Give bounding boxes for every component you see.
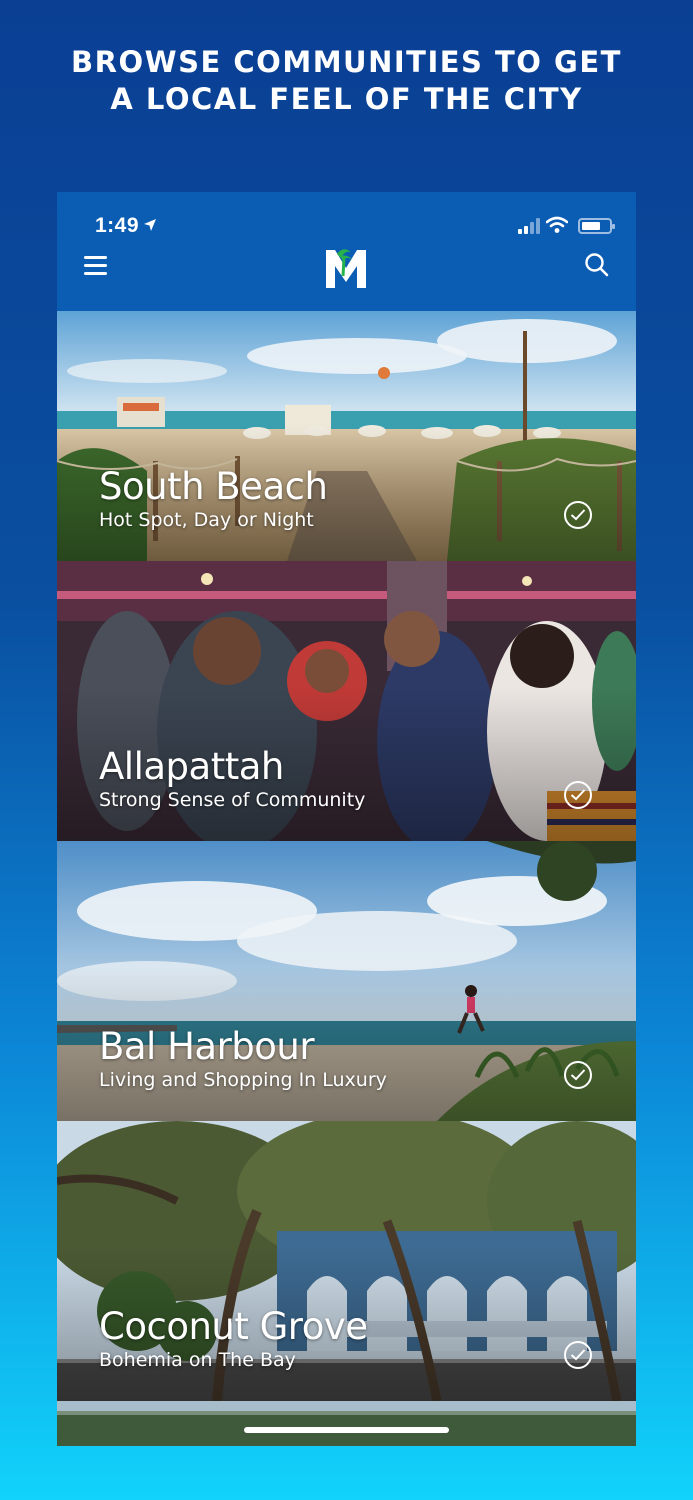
location-arrow-icon [143, 218, 157, 237]
promo-line-1: BROWSE COMMUNITIES TO GET [71, 45, 622, 79]
cellular-signal-icon [518, 218, 540, 234]
community-title: Allapattah [99, 745, 284, 788]
hamburger-menu-icon[interactable] [84, 256, 108, 276]
community-card-south-beach[interactable]: South Beach Hot Spot, Day or Night [57, 311, 636, 561]
community-tagline: Strong Sense of Community [99, 789, 366, 811]
home-indicator[interactable] [244, 1427, 449, 1433]
community-title: Bal Harbour [99, 1025, 315, 1068]
next-community-photo [57, 1401, 636, 1446]
community-title: Coconut Grove [99, 1305, 368, 1348]
community-card-allapattah[interactable]: Allapattah Strong Sense of Community [57, 561, 636, 841]
community-card-coconut-grove[interactable]: Coconut Grove Bohemia on The Bay [57, 1121, 636, 1401]
checkmark-circle-icon[interactable] [564, 781, 592, 809]
community-card-partial[interactable] [57, 1401, 636, 1446]
community-tagline: Living and Shopping In Luxury [99, 1069, 387, 1091]
wifi-icon [545, 216, 569, 234]
battery-icon [578, 218, 615, 234]
promo-headline: BROWSE COMMUNITIES TO GET A LOCAL FEEL O… [0, 44, 693, 118]
checkmark-circle-icon[interactable] [564, 1341, 592, 1369]
checkmark-circle-icon[interactable] [564, 501, 592, 529]
status-time-text: 1:49 [95, 214, 140, 237]
status-time: 1:49 [95, 214, 157, 238]
nav-bar [57, 242, 636, 310]
community-title: South Beach [99, 465, 328, 508]
phone-screen: 1:49 South Beach Hot Spot, Day or Night … [57, 192, 636, 1446]
app-logo[interactable] [323, 244, 369, 292]
community-tagline: Hot Spot, Day or Night [99, 509, 314, 531]
checkmark-circle-icon[interactable] [564, 1061, 592, 1089]
community-card-bal-harbour[interactable]: Bal Harbour Living and Shopping In Luxur… [57, 841, 636, 1121]
community-tagline: Bohemia on The Bay [99, 1349, 296, 1371]
search-icon[interactable] [584, 252, 610, 278]
community-list: South Beach Hot Spot, Day or Night Allap… [57, 311, 636, 1446]
promo-line-2: A LOCAL FEEL OF THE CITY [110, 82, 583, 116]
